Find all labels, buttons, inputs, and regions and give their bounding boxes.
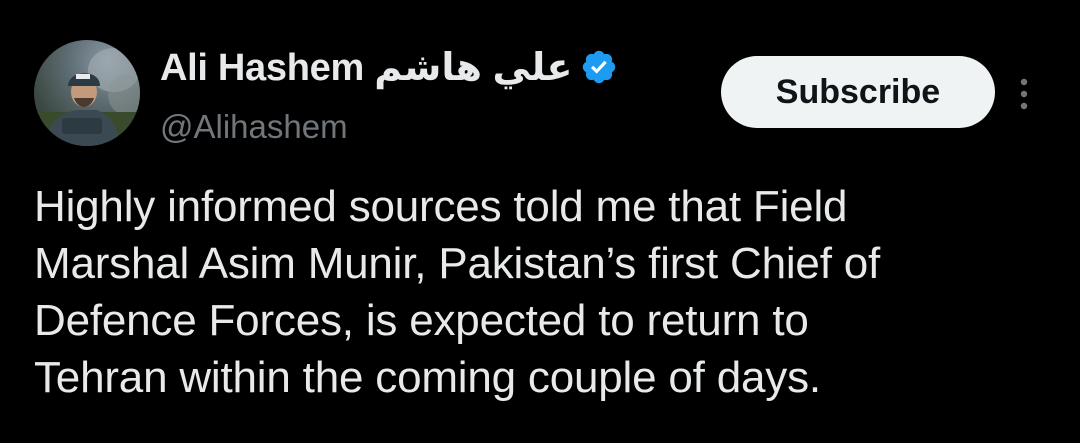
display-name[interactable]: Ali Hashem علي هاشم [160, 45, 573, 90]
author-handle[interactable]: @Alihashem [160, 108, 348, 146]
tweet-text-line: Defence Forces, is expected to return to [34, 296, 809, 345]
avatar-photo [34, 48, 140, 146]
verified-badge-icon [580, 48, 618, 86]
author-name-row: Ali Hashem علي هاشم [160, 42, 618, 92]
subscribe-button[interactable]: Subscribe [721, 56, 995, 128]
avatar[interactable] [34, 40, 140, 146]
tweet-card: Ali Hashem علي هاشم @Alihashem Subscribe… [0, 0, 1080, 443]
tweet-text-line: Tehran within the coming couple of days. [34, 353, 821, 402]
tweet-text-line: Highly informed sources told me that Fie… [34, 182, 848, 231]
tweet-text: Highly informed sources told me that Fie… [34, 178, 1064, 406]
more-options-icon[interactable] [1012, 74, 1036, 114]
tweet-text-line: Marshal Asim Munir, Pakistan’s first Chi… [34, 239, 881, 288]
